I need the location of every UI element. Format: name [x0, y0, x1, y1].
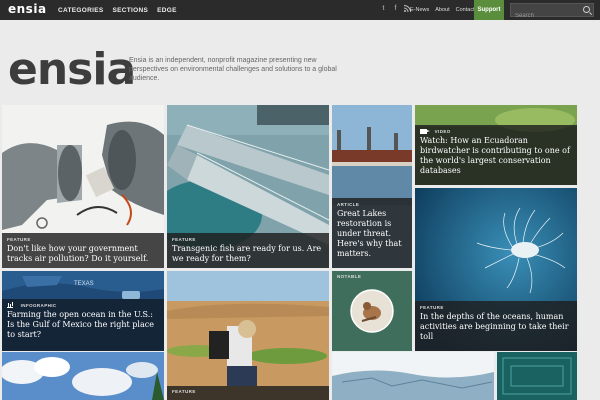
story-tile-desert-farmer[interactable]: FEATURE [167, 271, 329, 400]
site-logo[interactable]: ensia [8, 48, 136, 92]
story-tile-clouds[interactable] [2, 352, 164, 400]
story-tile-ocean-depths[interactable]: FEATURE In the depths of the oceans, hum… [415, 188, 577, 351]
story-image-farmer [167, 271, 329, 400]
story-tag: VIDEO [420, 129, 572, 134]
story-tag: FEATURE [420, 305, 444, 310]
story-image-bird-notable [350, 289, 394, 333]
main-nav: CATEGORIES SECTIONS EDGE [58, 0, 177, 20]
enews-link[interactable]: E-News [410, 7, 429, 13]
search-box [510, 3, 594, 22]
story-tile-great-lakes[interactable]: ARTICLE Great Lakes restoration is under… [332, 105, 412, 268]
story-tag: FEATURE [7, 237, 31, 242]
social-links: t f [380, 5, 411, 13]
story-caption: INFOGRAPHIC Farming the open ocean in th… [2, 299, 164, 351]
story-tag: ARTICLE [337, 202, 360, 207]
svg-text:TEXAS: TEXAS [74, 281, 94, 287]
story-tag: INFOGRAPHIC [7, 303, 159, 308]
story-title[interactable]: Don't like how your government tracks ai… [7, 244, 159, 264]
story-tile-notable[interactable]: NOTABLE [332, 271, 412, 351]
story-tag: FEATURE [172, 237, 196, 242]
notable-label: NOTABLE [337, 274, 362, 279]
twitter-icon[interactable]: t [380, 5, 387, 13]
story-image-pattern [497, 352, 577, 400]
story-caption: VIDEO Watch: How an Ecuadoran birdwatche… [415, 125, 577, 185]
story-tile-air-pollution[interactable]: FEATURE Don't like how your government t… [2, 105, 164, 268]
search-input[interactable] [511, 10, 581, 22]
top-navigation-bar: ensia CATEGORIES SECTIONS EDGE t f E-New… [0, 0, 600, 22]
story-tag: FEATURE [172, 389, 196, 394]
story-caption: FEATURE [167, 386, 329, 400]
utility-links: E-News About Contact [410, 0, 475, 20]
site-tagline: Ensia is an independent, nonprofit magaz… [129, 57, 337, 82]
story-tile-birdwatcher-video[interactable]: VIDEO Watch: How an Ecuadoran birdwatche… [415, 105, 577, 185]
nav-categories[interactable]: CATEGORIES [58, 7, 104, 14]
story-tile-transgenic-fish[interactable]: FEATURE Transgenic fish are ready for us… [167, 105, 329, 268]
site-logo-small[interactable]: ensia [8, 2, 47, 16]
facebook-icon[interactable]: f [392, 5, 399, 13]
story-tile-glacier[interactable] [332, 352, 494, 400]
story-tile-teal[interactable] [497, 352, 577, 400]
infographic-icon [7, 303, 13, 308]
story-caption: FEATURE Don't like how your government t… [2, 233, 164, 268]
story-tile-ocean-farming[interactable]: TEXAS INFOGRAPHIC Farming the open ocean… [2, 271, 164, 351]
story-title[interactable]: In the depths of the oceans, human activ… [420, 312, 572, 342]
nav-edge[interactable]: EDGE [157, 7, 177, 14]
contact-link[interactable]: Contact [456, 7, 475, 13]
story-image-sky [2, 352, 164, 400]
search-icon[interactable] [583, 6, 590, 13]
story-title[interactable]: Farming the open ocean in the U.S.: Is t… [7, 310, 159, 340]
video-icon [420, 129, 430, 134]
story-caption: FEATURE Transgenic fish are ready for us… [167, 233, 329, 268]
nav-sections[interactable]: SECTIONS [113, 7, 149, 14]
story-image-ice [332, 352, 494, 400]
story-title[interactable]: Great Lakes restoration is under threat.… [337, 209, 407, 259]
story-title[interactable]: Watch: How an Ecuadoran birdwatcher is c… [420, 136, 572, 176]
about-link[interactable]: About [435, 7, 449, 13]
story-caption: ARTICLE Great Lakes restoration is under… [332, 198, 412, 268]
story-caption: FEATURE In the depths of the oceans, hum… [415, 301, 577, 351]
support-button[interactable]: Support [474, 0, 504, 20]
story-title[interactable]: Transgenic fish are ready for us. Are we… [172, 244, 324, 264]
